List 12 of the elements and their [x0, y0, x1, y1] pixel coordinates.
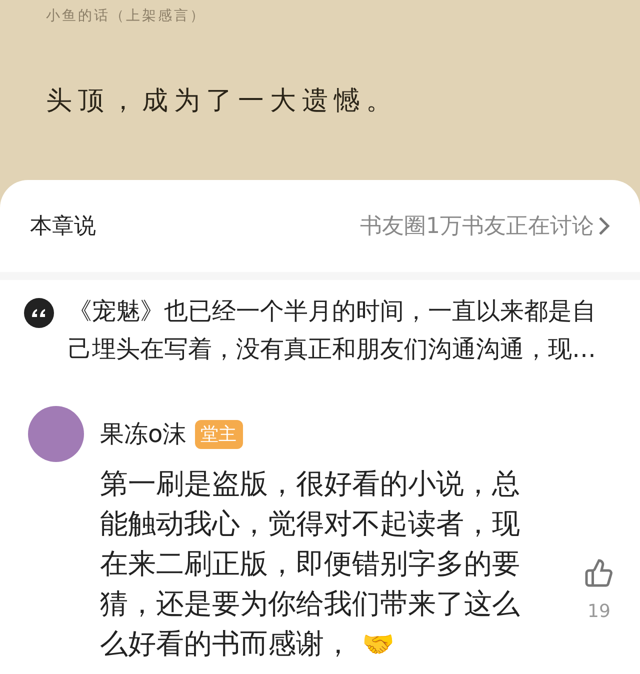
username: 果冻o沫 — [100, 419, 187, 450]
reader-text: 头顶，成为了一大遗憾。 — [46, 85, 399, 118]
thumbs-up-icon[interactable] — [584, 558, 614, 588]
role-badge: 堂主 — [194, 420, 243, 448]
community-link[interactable]: 书友圈1万书友正在讨论 — [360, 210, 610, 242]
section-title: 本章说 — [30, 212, 96, 240]
comment-text: 第一刷是盗版，很好看的小说，总能触动我心，觉得对不起读者，现在来二刷正版，即便错别字多的要猜，还是要为你给我们带来了这么么好看的书而感谢， 🤝 — [100, 466, 521, 662]
quote-icon — [24, 298, 54, 328]
chapter-title: 小鱼的话（上架感言） — [46, 7, 207, 26]
author-note: 《宠魅》也已经一个半月的时间，一直以来都是自己埋头在写着，没有真正和朋友们沟通沟通，现… — [68, 296, 597, 365]
chevron-right-icon — [598, 216, 610, 236]
like-count: 19 — [588, 600, 610, 624]
